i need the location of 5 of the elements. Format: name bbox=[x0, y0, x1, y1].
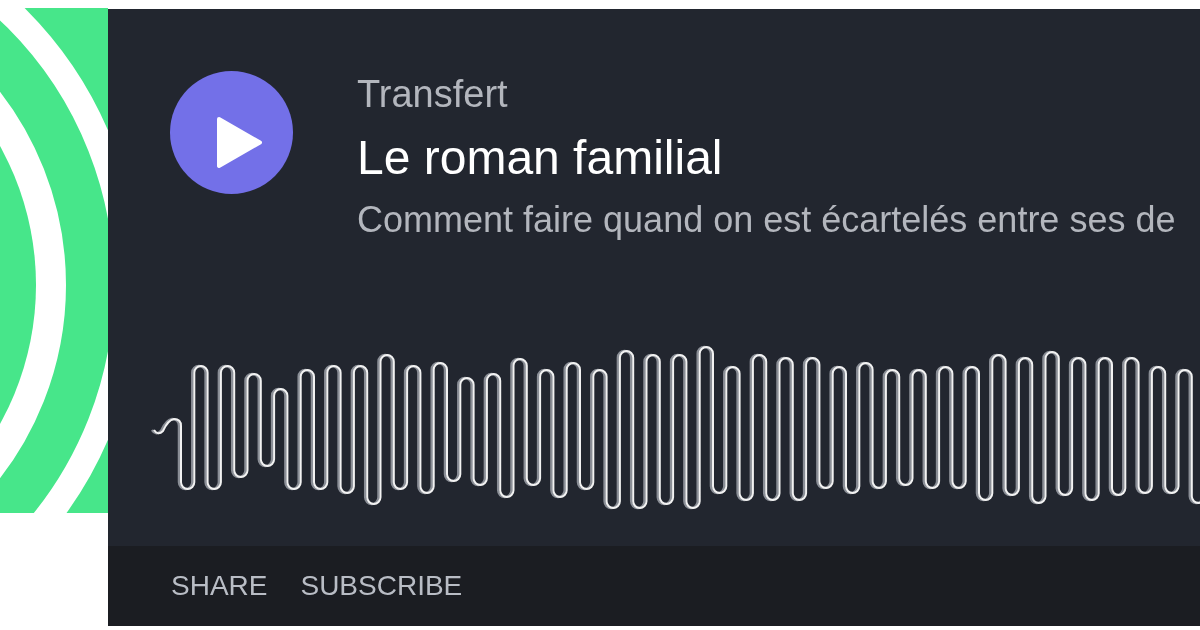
share-button[interactable]: SHARE bbox=[171, 572, 268, 600]
subscribe-button[interactable]: SUBSCRIBE bbox=[300, 572, 463, 600]
episode-title: Le roman familial bbox=[357, 134, 724, 182]
show-name: Transfert bbox=[357, 75, 509, 113]
episode-description: Comment faire quand on est écartelés entre ses de bbox=[357, 202, 1176, 238]
